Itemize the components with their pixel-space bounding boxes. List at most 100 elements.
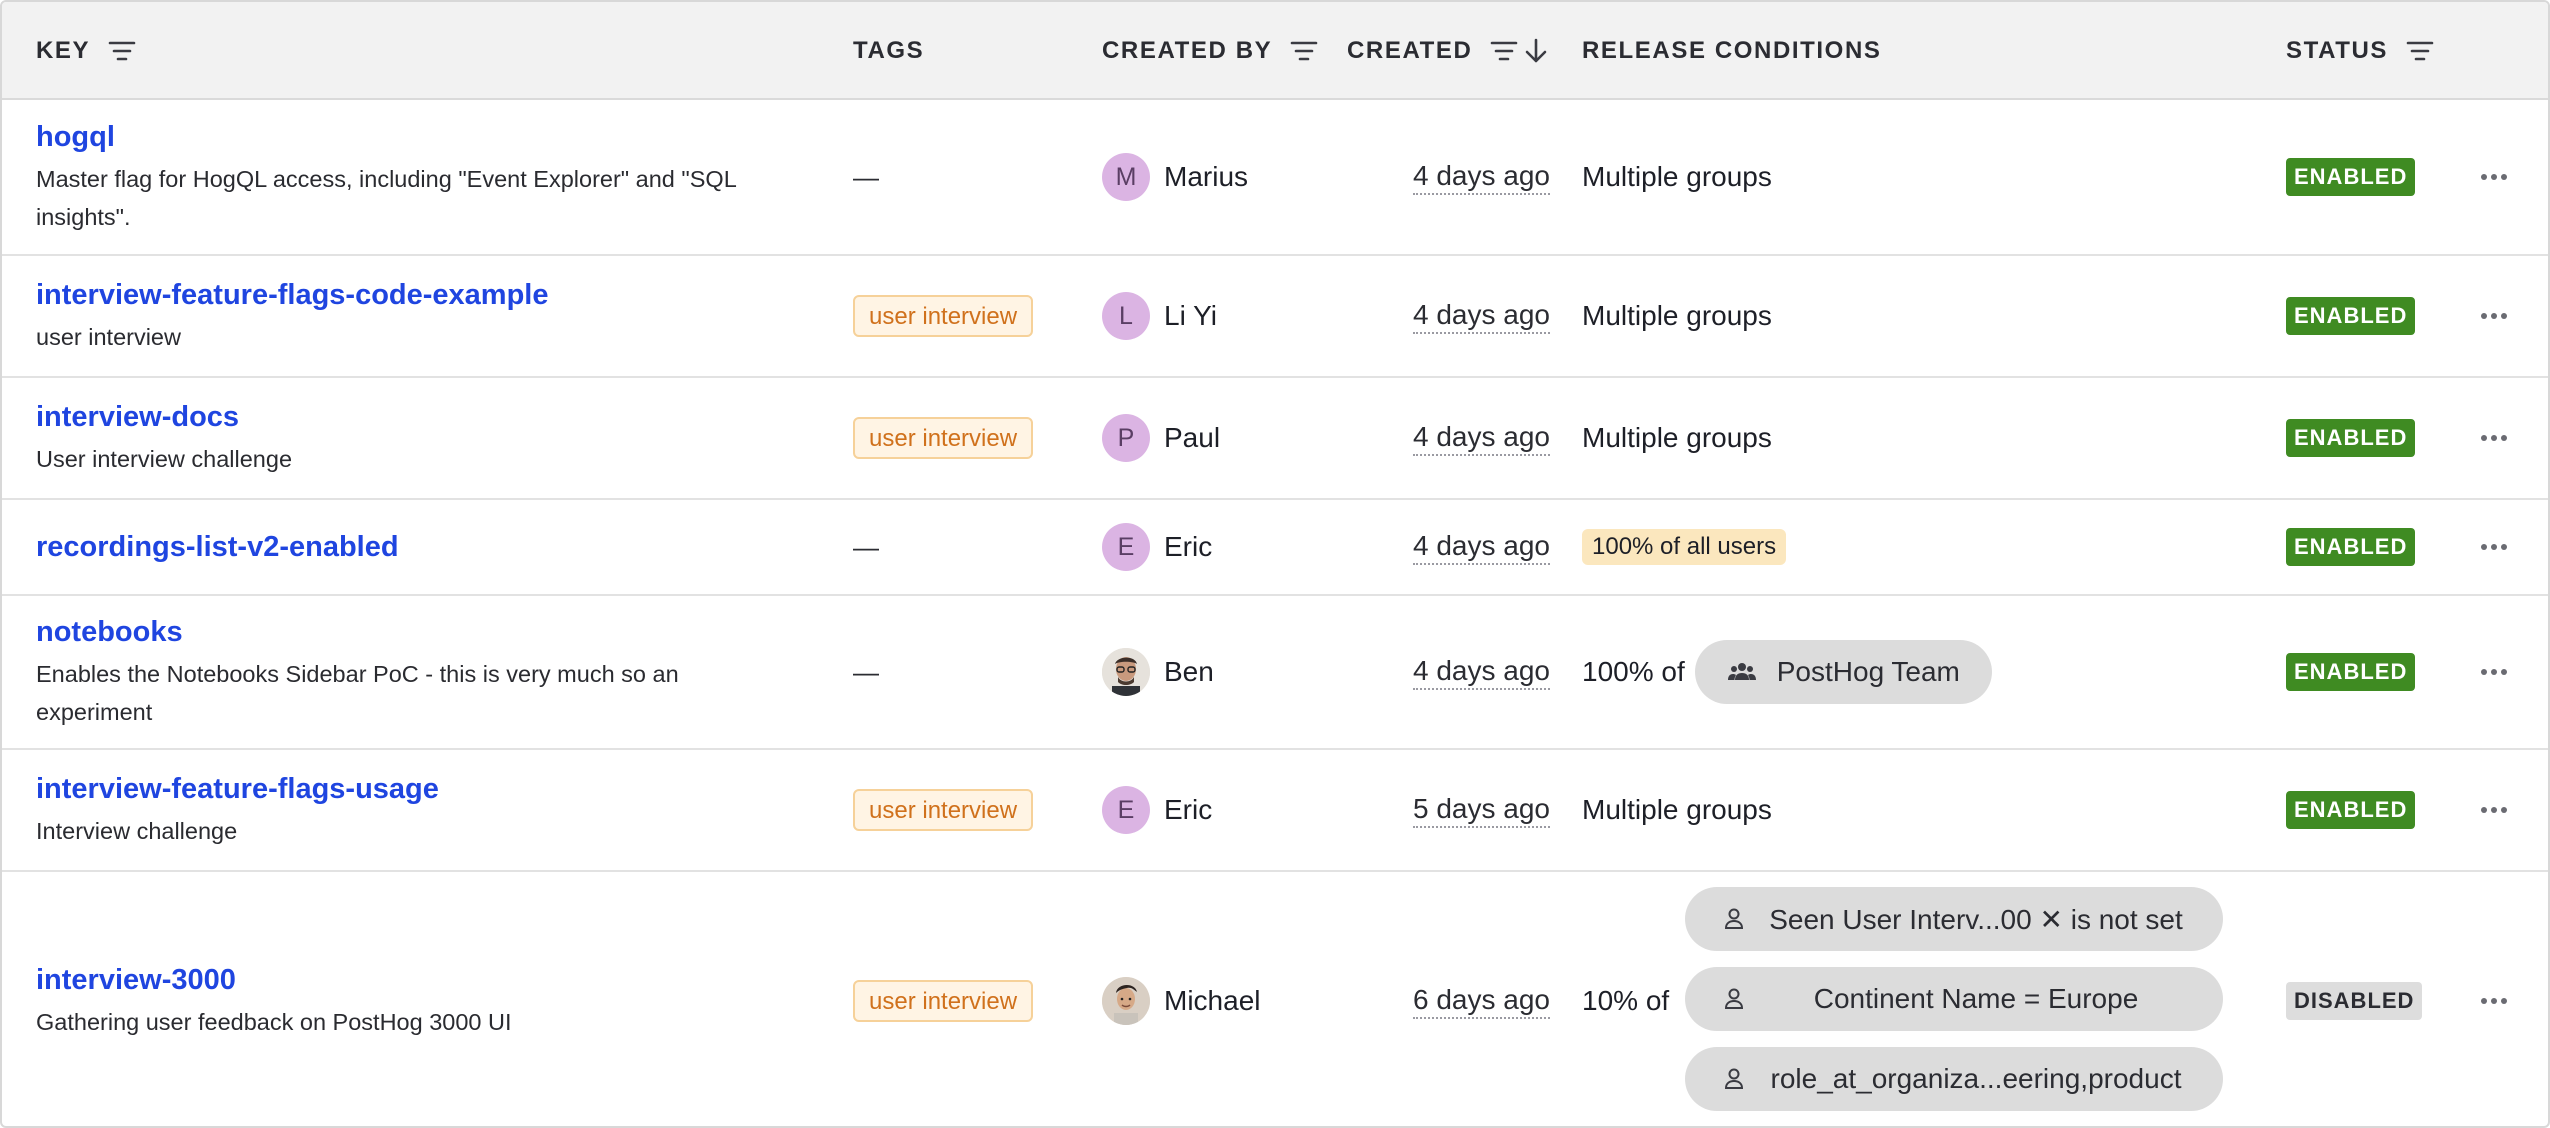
condition-text: Seen User Interv...00 ✕ is not set: [1769, 903, 2183, 935]
condition-text: role_at_organiza...eering,product: [1770, 1063, 2182, 1094]
key-cell: hogql Master flag for HogQL access, incl…: [36, 100, 816, 254]
condition-pill[interactable]: Continent Name = Europe: [1685, 967, 2223, 1031]
key-cell: interview-feature-flags-code-example use…: [36, 256, 816, 376]
status-cell: ENABLED: [2286, 378, 2436, 498]
column-created-by-label: CREATED BY: [1102, 37, 1273, 64]
status-cell: ENABLED: [2286, 500, 2436, 594]
created-cell: 4 days ago: [1332, 100, 1550, 254]
status-cell: ENABLED: [2286, 256, 2436, 376]
flag-key-link[interactable]: interview-3000: [36, 961, 236, 999]
created-time[interactable]: 4 days ago: [1413, 654, 1550, 690]
table-row: interview-feature-flags-code-example use…: [2, 256, 2548, 378]
column-release-conditions-label: RELEASE CONDITIONS: [1582, 37, 1882, 64]
tag-badge[interactable]: user interview: [853, 789, 1034, 831]
release-cell: Multiple groups: [1582, 378, 2302, 498]
created-time[interactable]: 4 days ago: [1413, 420, 1550, 456]
creator-cell: M Marius: [1102, 100, 1322, 254]
person-icon: [1724, 908, 1744, 929]
status-badge: ENABLED: [2286, 419, 2416, 457]
column-status[interactable]: STATUS: [2286, 2, 2434, 100]
sort-icon[interactable]: [2406, 40, 2434, 62]
creator-name: Eric: [1164, 531, 1213, 562]
more-icon[interactable]: [2481, 669, 2507, 675]
column-created-by[interactable]: CREATED BY: [1102, 2, 1318, 100]
table-row: hogql Master flag for HogQL access, incl…: [2, 100, 2548, 256]
release-conditions-text: Multiple groups: [1582, 161, 1772, 192]
empty-tags: —: [853, 161, 879, 192]
key-cell: recordings-list-v2-enabled: [36, 500, 816, 594]
flag-key-link[interactable]: hogql: [36, 118, 115, 156]
sort-icon[interactable]: [1490, 40, 1518, 62]
release-cell: 100% of all users: [1582, 500, 2302, 594]
tag-badge[interactable]: user interview: [853, 417, 1034, 459]
column-created[interactable]: CREATED: [1347, 2, 1548, 100]
created-time[interactable]: 4 days ago: [1413, 529, 1550, 565]
more-icon[interactable]: [2481, 807, 2507, 813]
condition-pill[interactable]: role_at_organiza...eering,product: [1685, 1047, 2223, 1111]
avatar: [1102, 648, 1150, 696]
creator-name: Michael: [1164, 985, 1261, 1016]
avatar: E: [1102, 786, 1150, 834]
more-icon[interactable]: [2481, 435, 2507, 441]
more-cell: [2472, 750, 2516, 870]
more-cell: [2472, 100, 2516, 254]
created-cell: 4 days ago: [1332, 500, 1550, 594]
more-icon[interactable]: [2481, 998, 2507, 1004]
flag-key-link[interactable]: recordings-list-v2-enabled: [36, 528, 399, 566]
empty-tags: —: [853, 531, 879, 562]
sort-icon[interactable]: [108, 40, 136, 62]
column-status-label: STATUS: [2286, 37, 2389, 64]
flag-key-link[interactable]: interview-docs: [36, 398, 239, 436]
flag-description: user interview: [36, 324, 181, 350]
creator-cell: Ben: [1102, 596, 1322, 748]
flag-key-link[interactable]: interview-feature-flags-code-example: [36, 276, 548, 314]
creator-cell: E Eric: [1102, 750, 1322, 870]
table-header: KEY TAGS CREATED BY CREATED RELEASE COND…: [2, 2, 2548, 100]
more-icon[interactable]: [2481, 544, 2507, 550]
created-time[interactable]: 6 days ago: [1413, 983, 1550, 1019]
created-cell: 6 days ago: [1332, 872, 1550, 1126]
release-cell: 100% of PostHog Team: [1582, 596, 2302, 748]
key-cell: interview-3000 Gathering user feedback o…: [36, 872, 816, 1126]
more-icon[interactable]: [2481, 174, 2507, 180]
table-row: interview-feature-flags-usage Interview …: [2, 750, 2548, 872]
release-conditions-text: Multiple groups: [1582, 422, 1772, 453]
column-release-conditions: RELEASE CONDITIONS: [1582, 2, 1882, 100]
status-cell: ENABLED: [2286, 100, 2436, 254]
creator-name: Ben: [1164, 656, 1214, 687]
tags-cell: user interview: [853, 256, 1083, 376]
creator-cell: Michael: [1102, 872, 1322, 1126]
created-cell: 4 days ago: [1332, 596, 1550, 748]
flag-key-link[interactable]: notebooks: [36, 613, 183, 651]
arrow-down-icon[interactable]: [1524, 38, 1548, 64]
column-key[interactable]: KEY: [36, 2, 136, 100]
flag-key-link[interactable]: interview-feature-flags-usage: [36, 770, 439, 808]
column-created-label: CREATED: [1347, 37, 1473, 64]
feature-flags-table: KEY TAGS CREATED BY CREATED RELEASE COND…: [0, 0, 2550, 1128]
creator-name: Eric: [1164, 794, 1213, 825]
created-time[interactable]: 4 days ago: [1413, 159, 1550, 195]
created-time[interactable]: 4 days ago: [1413, 298, 1550, 334]
creator-name: Marius: [1164, 161, 1249, 192]
flag-description: User interview challenge: [36, 446, 293, 472]
status-cell: ENABLED: [2286, 750, 2436, 870]
release-cell: 10% of Seen User Interv...00 ✕ is not se…: [1582, 872, 2302, 1126]
status-badge: ENABLED: [2286, 528, 2416, 566]
condition-pill[interactable]: Seen User Interv...00 ✕ is not set: [1685, 887, 2223, 951]
person-icon: [1724, 988, 1744, 1009]
table-row: interview-docs User interview challenge …: [2, 378, 2548, 500]
more-icon[interactable]: [2481, 313, 2507, 319]
avatar: [1102, 977, 1150, 1025]
tag-badge[interactable]: user interview: [853, 980, 1034, 1022]
empty-tags: —: [853, 656, 879, 687]
created-time[interactable]: 5 days ago: [1413, 792, 1550, 828]
tags-cell: user interview: [853, 378, 1083, 498]
avatar: P: [1102, 414, 1150, 462]
avatar: E: [1102, 523, 1150, 571]
cohort-pill[interactable]: PostHog Team: [1694, 640, 1992, 704]
creator-cell: E Eric: [1102, 500, 1322, 594]
avatar: M: [1102, 153, 1150, 201]
tags-cell: —: [853, 100, 1083, 254]
tag-badge[interactable]: user interview: [853, 295, 1034, 337]
sort-icon[interactable]: [1290, 40, 1318, 62]
